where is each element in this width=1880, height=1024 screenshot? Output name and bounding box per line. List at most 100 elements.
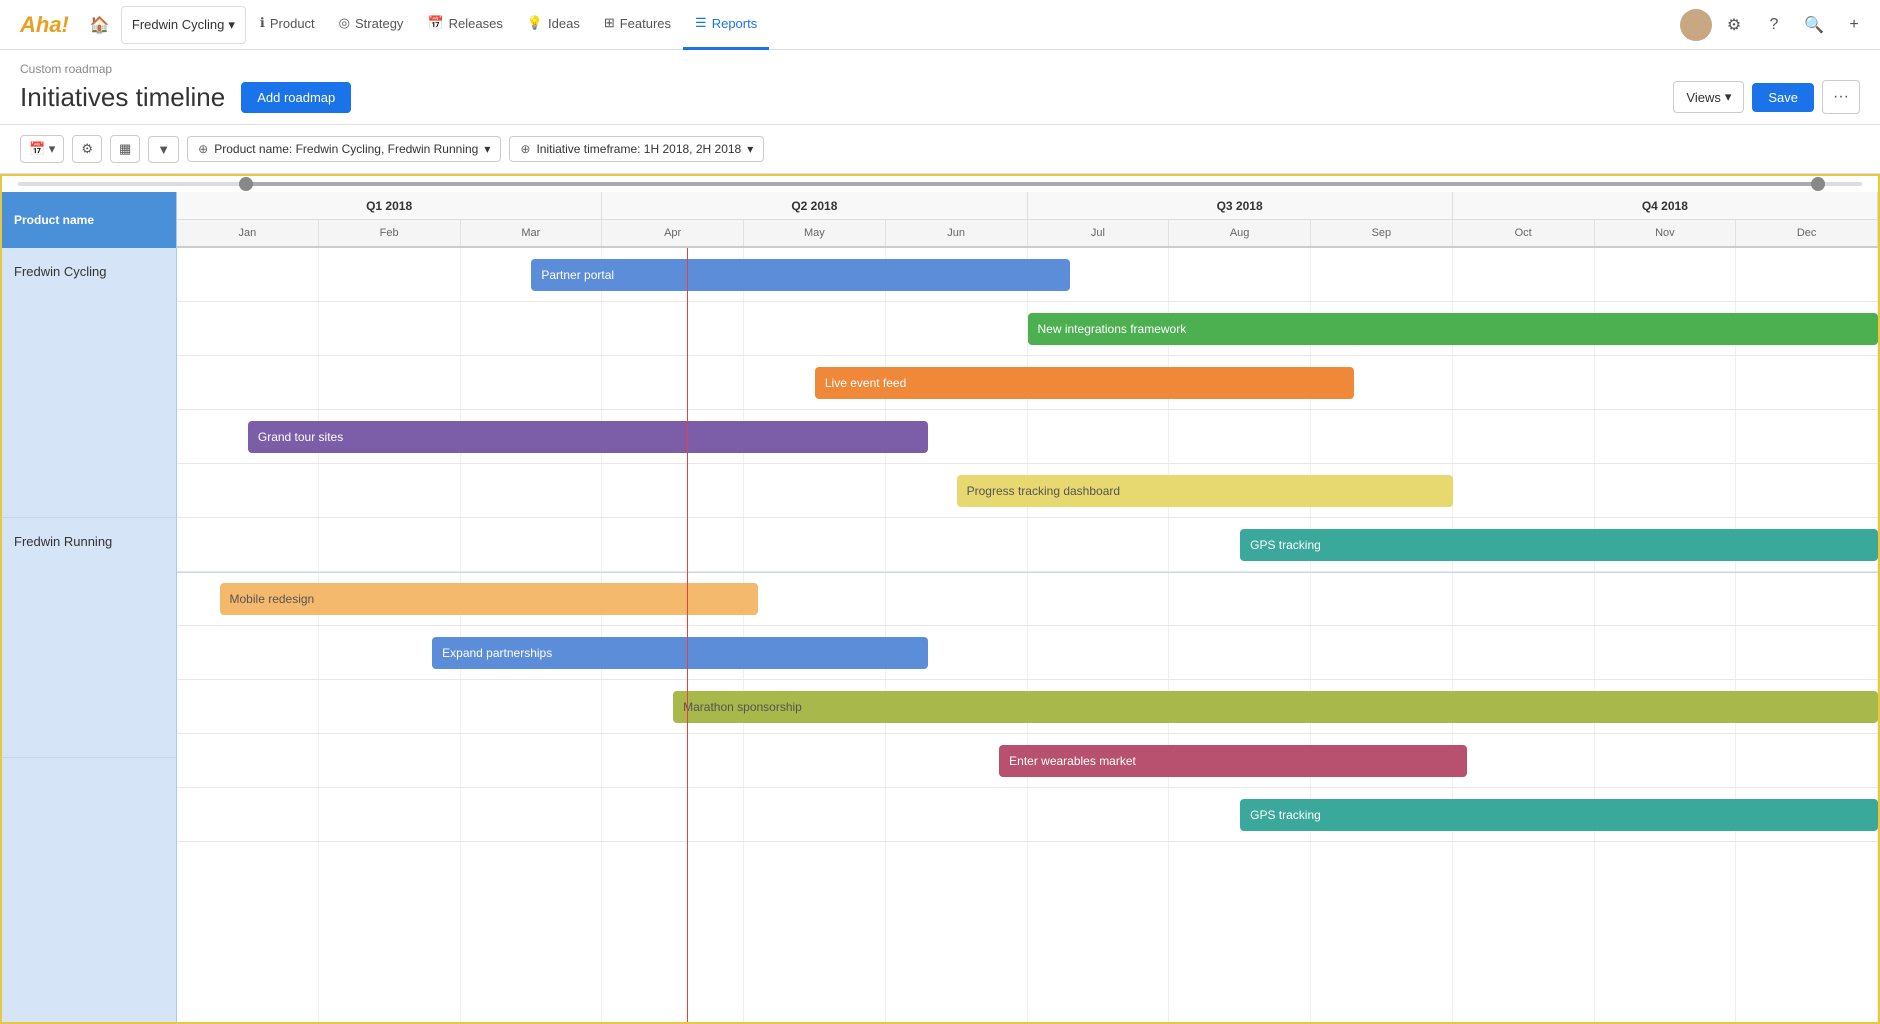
nav-item-ideas[interactable]: 💡 Ideas (515, 0, 592, 50)
month-jun: Jun (886, 220, 1028, 246)
user-avatar[interactable] (1680, 9, 1712, 41)
gantt-row-r1: Expand partnerships (177, 626, 1878, 680)
nav-label-features: Features (620, 16, 671, 31)
page-title: Initiatives timeline (20, 82, 225, 113)
layout-button[interactable]: ▦ (110, 135, 140, 163)
settings-button[interactable]: ⚙ (1716, 7, 1752, 43)
add-button[interactable]: + (1836, 7, 1872, 43)
gantt-left-panel: Product name Fredwin Cycling Fredwin Run… (2, 192, 177, 1022)
more-options-button[interactable]: ··· (1822, 80, 1860, 114)
product-filter[interactable]: ⊕ Product name: Fredwin Cycling, Fredwin… (187, 136, 501, 162)
filter-dot-product: ⊕ (198, 142, 208, 156)
quarter-q2: Q2 2018 (602, 192, 1027, 219)
product-icon: ℹ (260, 15, 265, 31)
reports-icon: ☰ (695, 15, 707, 31)
time-filter[interactable]: ⊕ Initiative timeframe: 1H 2018, 2H 2018… (509, 136, 764, 162)
month-apr: Apr (602, 220, 744, 246)
month-jul: Jul (1028, 220, 1170, 246)
nav-label-ideas: Ideas (548, 16, 580, 31)
month-nov: Nov (1595, 220, 1737, 246)
page-title-row: Initiatives timeline Add roadmap Views ▾… (20, 80, 1860, 114)
gantt-rows: Partner portal New integrations framewor… (177, 248, 1878, 1022)
month-mar: Mar (461, 220, 603, 246)
help-button[interactable]: ? (1756, 7, 1792, 43)
month-jan: Jan (177, 220, 319, 246)
gantt-row-r3: Enter wearables market (177, 734, 1878, 788)
chevron-down-icon: ▾ (1725, 89, 1732, 105)
bar-expand-partnerships[interactable]: Expand partnerships (432, 637, 928, 669)
home-button[interactable]: 🏠 (81, 6, 119, 44)
nav-label-reports: Reports (712, 16, 758, 31)
section-name-fredwin-cycling: Fredwin Cycling (14, 264, 106, 279)
views-button[interactable]: Views ▾ (1673, 81, 1744, 113)
chevron-down-icon: ▾ (484, 142, 490, 156)
gantt-row-2: Live event feed (177, 356, 1878, 410)
add-roadmap-button[interactable]: Add roadmap (241, 82, 351, 113)
gantt-row-1: New integrations framework (177, 302, 1878, 356)
nav-item-reports[interactable]: ☰ Reports (683, 0, 769, 50)
bar-partner-portal[interactable]: Partner portal (531, 259, 1070, 291)
month-header-row: Jan Feb Mar Apr May Jun Jul Aug Sep Oct … (177, 220, 1878, 248)
month-sep: Sep (1311, 220, 1453, 246)
bar-enter-wearables[interactable]: Enter wearables market (999, 745, 1467, 777)
chevron-down-icon: ▾ (747, 142, 753, 156)
section-name-fredwin-running: Fredwin Running (14, 534, 112, 549)
nav-item-strategy[interactable]: ◎ Strategy (327, 0, 416, 50)
month-may: May (744, 220, 886, 246)
timeline-slider[interactable] (2, 176, 1878, 192)
bar-new-integrations[interactable]: New integrations framework (1028, 313, 1879, 345)
workspace-label: Fredwin Cycling (132, 17, 224, 32)
slider-fill (239, 182, 1825, 186)
app-logo[interactable]: Aha! (8, 12, 81, 38)
nav-item-features[interactable]: ⊞ Features (592, 0, 683, 50)
chevron-down-icon: ▾ (228, 17, 235, 33)
nav-right: ⚙ ? 🔍 + (1680, 7, 1872, 43)
gantt-row-3: Grand tour sites (177, 410, 1878, 464)
product-name-header: Product name (14, 213, 94, 227)
gantt-row-r2: Marathon sponsorship (177, 680, 1878, 734)
bar-progress-dashboard[interactable]: Progress tracking dashboard (957, 475, 1453, 507)
bar-gps-running[interactable]: GPS tracking (1240, 799, 1878, 831)
calendar-view-button[interactable]: 📅 ▾ (20, 135, 64, 163)
slider-thumb-left[interactable] (239, 177, 253, 191)
nav-label-strategy: Strategy (355, 16, 403, 31)
gantt-row-4b: GPS tracking (177, 518, 1878, 572)
slider-track (18, 182, 1862, 186)
workspace-dropdown[interactable]: Fredwin Cycling ▾ (121, 6, 246, 44)
save-button[interactable]: Save (1752, 83, 1814, 112)
bar-marathon-sponsorship[interactable]: Marathon sponsorship (673, 691, 1878, 723)
filter-button[interactable]: ▼ (148, 136, 179, 163)
filter-bar: 📅 ▾ ⚙ ▦ ▼ ⊕ Product name: Fredwin Cyclin… (0, 125, 1880, 174)
gantt-left-header: Product name (2, 192, 176, 248)
quarter-q1: Q1 2018 (177, 192, 602, 219)
nav-item-product[interactable]: ℹ Product (248, 0, 327, 50)
views-label: Views (1686, 90, 1720, 105)
section-label-fredwin-cycling: Fredwin Cycling (2, 248, 176, 518)
section-divider (177, 572, 1878, 573)
bar-mobile-redesign[interactable]: Mobile redesign (220, 583, 759, 615)
releases-icon: 📅 (427, 15, 443, 31)
quarter-q4: Q4 2018 (1453, 192, 1878, 219)
strategy-icon: ◎ (339, 15, 350, 31)
bar-live-event-feed[interactable]: Live event feed (815, 367, 1354, 399)
slider-thumb-right[interactable] (1811, 177, 1825, 191)
search-button[interactable]: 🔍 (1796, 7, 1832, 43)
time-filter-label: Initiative timeframe: 1H 2018, 2H 2018 (536, 142, 741, 156)
bar-gps-cycling[interactable]: GPS tracking (1240, 529, 1878, 561)
product-filter-label: Product name: Fredwin Cycling, Fredwin R… (214, 142, 478, 156)
custom-roadmap-label: Custom roadmap (20, 62, 1860, 76)
gantt-container: Product name Fredwin Cycling Fredwin Run… (2, 192, 1878, 1022)
bar-grand-tour[interactable]: Grand tour sites (248, 421, 928, 453)
nav-item-releases[interactable]: 📅 Releases (415, 0, 514, 50)
settings-filter-button[interactable]: ⚙ (72, 135, 102, 163)
features-icon: ⊞ (604, 15, 615, 31)
page-title-right: Views ▾ Save ··· (1673, 80, 1860, 114)
timeline-wrapper: Product name Fredwin Cycling Fredwin Run… (0, 174, 1880, 1024)
month-feb: Feb (319, 220, 461, 246)
nav-label-releases: Releases (449, 16, 503, 31)
page-header: Custom roadmap Initiatives timeline Add … (0, 50, 1880, 125)
top-nav: Aha! 🏠 Fredwin Cycling ▾ ℹ Product ◎ Str… (0, 0, 1880, 50)
nav-label-product: Product (270, 16, 315, 31)
gantt-right-panel: Q1 2018 Q2 2018 Q3 2018 Q4 2018 Jan Feb … (177, 192, 1878, 1022)
month-oct: Oct (1453, 220, 1595, 246)
